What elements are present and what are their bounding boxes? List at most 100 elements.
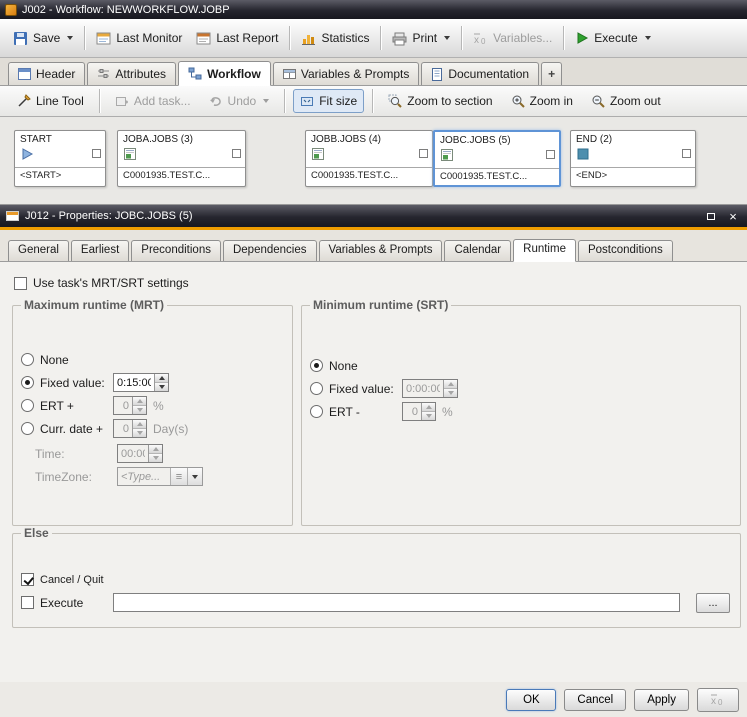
ptab-variables-prompts[interactable]: Variables & Prompts: [318, 240, 443, 261]
last-monitor-button[interactable]: Last Monitor: [89, 26, 189, 51]
job-node-icon: [311, 147, 325, 161]
mrt-fixed-radio[interactable]: [21, 376, 34, 389]
tab-variables-prompts[interactable]: Variables & Prompts: [272, 62, 420, 85]
else-group: Else Cancel / Quit Execute ...: [12, 526, 741, 628]
statistics-button[interactable]: Statistics: [294, 26, 376, 51]
variables-prompts-tab-icon: [282, 68, 296, 80]
cancel-button[interactable]: Cancel: [564, 688, 627, 711]
srt-none-row[interactable]: None: [310, 354, 732, 377]
node-subtitle: C0001935.TEST.C...: [435, 168, 559, 184]
node-checkbox[interactable]: [232, 149, 241, 158]
ptab-general[interactable]: General: [8, 240, 69, 261]
srt-ert-row[interactable]: ERT - %: [310, 400, 732, 423]
last-report-button[interactable]: Last Report: [189, 26, 285, 51]
workflow-node-jobb[interactable]: JOBB.JOBS (4) C0001935.TEST.C...: [305, 130, 433, 187]
ptab-runtime[interactable]: Runtime: [513, 239, 576, 262]
srt-fixed-row[interactable]: Fixed value:: [310, 377, 732, 400]
execute-dropdown-icon[interactable]: [644, 36, 651, 40]
ptab-dependencies[interactable]: Dependencies: [222, 240, 317, 261]
mrt-timezone-label: TimeZone:: [35, 469, 92, 484]
statistics-label: Statistics: [321, 31, 370, 45]
mrt-fixed-spinner[interactable]: [113, 373, 169, 392]
mrt-fixed-input[interactable]: [114, 374, 154, 391]
close-button[interactable]: ×: [725, 209, 741, 223]
ptab-label: Dependencies: [232, 244, 307, 256]
line-tool-button[interactable]: Line Tool: [10, 89, 91, 113]
mrt-currdate-input: [114, 420, 132, 437]
tab-label: Attributes: [115, 67, 167, 81]
ptab-preconditions[interactable]: Preconditions: [131, 240, 221, 261]
variables-button: x0 Variables...: [466, 26, 559, 50]
execute-row[interactable]: Execute ...: [21, 591, 732, 614]
float-button[interactable]: [703, 209, 719, 223]
node-checkbox[interactable]: [682, 149, 691, 158]
node-checkbox[interactable]: [419, 149, 428, 158]
save-button[interactable]: Save: [6, 26, 80, 51]
srt-ert-radio[interactable]: [310, 405, 323, 418]
ptab-earliest[interactable]: Earliest: [70, 240, 130, 261]
mrt-ert-radio[interactable]: [21, 399, 34, 412]
use-mrt-srt-checkbox[interactable]: [14, 276, 27, 290]
zoom-in-button[interactable]: Zoom in: [504, 89, 580, 113]
ptab-postconditions[interactable]: Postconditions: [577, 240, 673, 261]
mrt-currdate-row[interactable]: Curr. date + Day(s): [21, 417, 284, 440]
cancel-quit-row[interactable]: Cancel / Quit: [21, 568, 732, 591]
srt-fixed-radio[interactable]: [310, 382, 323, 395]
spinner-arrows[interactable]: [154, 374, 168, 391]
mrt-currdate-radio[interactable]: [21, 422, 34, 435]
spinner-arrows: [443, 380, 457, 397]
ptab-label: Preconditions: [141, 244, 211, 256]
variables-picker-button[interactable]: x0: [697, 687, 739, 712]
use-mrt-srt-row[interactable]: Use task's MRT/SRT settings: [14, 272, 741, 294]
add-task-icon: [115, 94, 129, 108]
svg-text:0: 0: [718, 698, 723, 706]
ptab-calendar[interactable]: Calendar: [444, 240, 512, 261]
spin-up-icon[interactable]: [158, 376, 165, 380]
apply-button[interactable]: Apply: [634, 688, 689, 711]
spin-down-icon: [136, 431, 143, 435]
variables-label: Variables...: [493, 31, 553, 45]
workflow-node-joba[interactable]: JOBA.JOBS (3) C0001935.TEST.C...: [117, 130, 246, 187]
node-checkbox[interactable]: [546, 150, 555, 159]
save-icon: [13, 31, 28, 46]
mrt-currdate-unit: Day(s): [153, 421, 189, 436]
zoom-to-section-button[interactable]: Zoom to section: [381, 89, 499, 113]
save-dropdown-icon[interactable]: [67, 36, 74, 40]
mrt-time-row: Time:: [21, 442, 284, 465]
spin-down-icon[interactable]: [158, 385, 165, 389]
tab-workflow[interactable]: Workflow: [178, 61, 271, 86]
spin-down-icon: [136, 408, 143, 412]
workflow-node-start[interactable]: START <START>: [14, 130, 106, 187]
node-checkbox[interactable]: [92, 149, 101, 158]
tab-add[interactable]: +: [541, 62, 563, 85]
spinner-arrows: [148, 445, 162, 462]
mrt-ert-row[interactable]: ERT + %: [21, 394, 284, 417]
mrt-fixed-row[interactable]: Fixed value:: [21, 371, 284, 394]
ok-button[interactable]: OK: [506, 688, 557, 711]
execute-checkbox[interactable]: [21, 596, 34, 609]
browse-button[interactable]: ...: [696, 592, 730, 613]
header-tab-icon: [18, 68, 31, 80]
tab-attributes[interactable]: Attributes: [87, 62, 177, 85]
execute-label: Execute: [594, 31, 638, 45]
tab-documentation[interactable]: Documentation: [421, 62, 540, 85]
print-button[interactable]: Print: [385, 26, 457, 51]
zoom-out-icon: [591, 94, 605, 108]
zoom-out-button[interactable]: Zoom out: [584, 89, 668, 113]
execute-object-input[interactable]: [113, 593, 680, 612]
node-title: END (2): [576, 134, 613, 145]
mrt-none-row[interactable]: None: [21, 348, 284, 371]
add-task-button: Add task...: [108, 89, 198, 113]
job-node-icon: [123, 147, 137, 161]
tab-header[interactable]: Header: [8, 62, 86, 85]
print-dropdown-icon[interactable]: [444, 36, 451, 40]
workflow-node-end[interactable]: END (2) <END>: [570, 130, 696, 187]
srt-none-radio[interactable]: [310, 359, 323, 372]
fit-size-button[interactable]: Fit size: [293, 89, 365, 113]
execute-button[interactable]: Execute: [568, 26, 657, 50]
workflow-node-jobc[interactable]: JOBC.JOBS (5) C0001935.TEST.C...: [433, 130, 561, 187]
cancel-quit-checkbox[interactable]: [21, 573, 34, 586]
mrt-none-radio[interactable]: [21, 353, 34, 366]
spinner-arrows: [132, 397, 146, 414]
workflow-canvas[interactable]: START <START> JOBA.JOBS (3) C0001935.TES…: [0, 117, 747, 205]
